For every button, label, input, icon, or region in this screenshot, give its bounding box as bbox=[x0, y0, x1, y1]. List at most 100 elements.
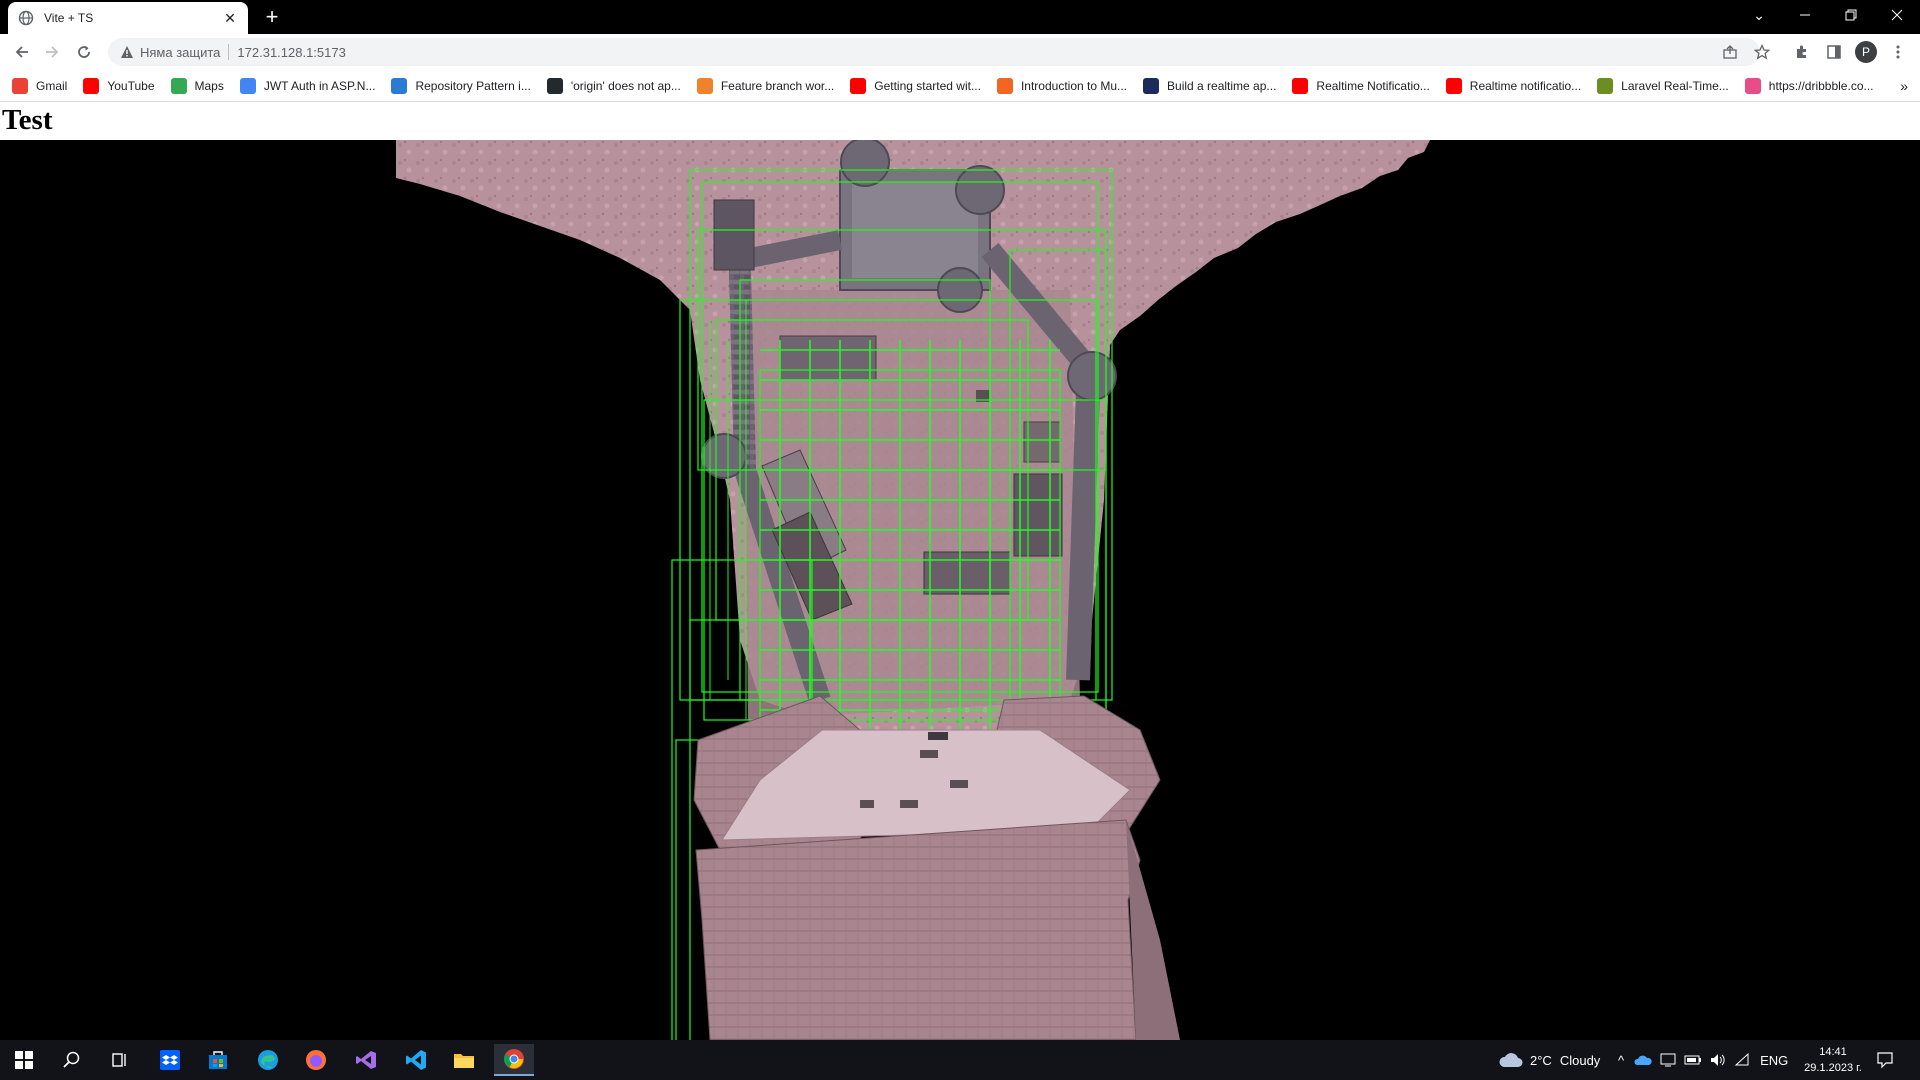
warning-icon[interactable] bbox=[120, 45, 134, 59]
site-icon bbox=[391, 77, 408, 94]
bookmark-item[interactable]: Build a realtime ap... bbox=[1143, 77, 1277, 94]
bookmark-label: Realtime Notificatio... bbox=[1316, 78, 1430, 93]
youtube-icon bbox=[1445, 77, 1462, 94]
chevron-up-icon[interactable]: ^ bbox=[1618, 1053, 1624, 1068]
dribbble-icon bbox=[1744, 77, 1761, 94]
bookmark-label: JWT Auth in ASP.N... bbox=[263, 78, 376, 93]
bookmark-star-icon[interactable] bbox=[1750, 40, 1774, 64]
bookmark-label: Repository Pattern i... bbox=[415, 78, 531, 93]
weather-text: Cloudy bbox=[1559, 1052, 1601, 1068]
bookmarks-bar: Gmail YouTube Maps JWT Auth in ASP.N... Repo… bbox=[0, 70, 1920, 102]
reload-button[interactable] bbox=[72, 40, 96, 64]
bookmark-label: 'origin' does not ap... bbox=[570, 78, 681, 93]
page-title: Test bbox=[2, 104, 53, 136]
search-icon[interactable] bbox=[52, 1044, 92, 1076]
onedrive-icon[interactable] bbox=[1634, 1054, 1652, 1066]
chrome-icon[interactable] bbox=[494, 1044, 534, 1076]
language-indicator[interactable]: ENG bbox=[1760, 1053, 1788, 1068]
bookmark-label: Feature branch wor... bbox=[720, 78, 835, 93]
back-button[interactable] bbox=[10, 40, 34, 64]
bookmark-label: YouTube bbox=[107, 78, 155, 93]
extensions-icon[interactable] bbox=[1790, 40, 1814, 64]
clock-time: 14:41 bbox=[1819, 1046, 1847, 1058]
new-tab-button[interactable]: + bbox=[260, 6, 284, 30]
bookmark-item[interactable]: JWT Auth in ASP.N... bbox=[239, 77, 376, 94]
browser-tab[interactable]: Vite + TS ✕ bbox=[8, 2, 248, 34]
display-icon[interactable] bbox=[1660, 1053, 1676, 1067]
url-text[interactable]: 172.31.128.1:5173 bbox=[237, 45, 345, 60]
bookmark-item[interactable]: Realtime Notificatio... bbox=[1292, 77, 1430, 94]
bookmark-item[interactable]: Introduction to Mu... bbox=[996, 77, 1128, 94]
cloud-icon bbox=[1499, 1053, 1523, 1067]
site-icon bbox=[1143, 77, 1160, 94]
site-icon bbox=[1597, 77, 1614, 94]
divider bbox=[228, 44, 230, 60]
bookmark-label: Build a realtime ap... bbox=[1167, 78, 1277, 93]
menu-kebab-icon[interactable] bbox=[1886, 40, 1910, 64]
visual-studio-icon[interactable] bbox=[346, 1044, 386, 1076]
bookmark-label: Maps bbox=[194, 78, 224, 93]
bookmark-item[interactable]: https://dribbble.co... bbox=[1744, 77, 1874, 94]
address-bar[interactable]: Няма защита 172.31.128.1:5173 bbox=[108, 38, 1760, 66]
wifi-icon[interactable] bbox=[1734, 1053, 1750, 1067]
weather-temp: 2°C bbox=[1530, 1052, 1552, 1068]
vscode-icon[interactable] bbox=[396, 1044, 436, 1076]
3d-canvas[interactable] bbox=[0, 140, 1920, 1040]
share-icon[interactable] bbox=[1718, 40, 1742, 64]
security-label[interactable]: Няма защита bbox=[140, 45, 220, 60]
bookmark-item[interactable]: Gmail bbox=[12, 77, 68, 94]
globe-icon bbox=[18, 10, 34, 26]
site-icon bbox=[696, 77, 713, 94]
reload-icon bbox=[78, 46, 90, 58]
edge-icon[interactable] bbox=[248, 1044, 288, 1076]
firefox-icon[interactable] bbox=[296, 1044, 336, 1076]
dropbox-icon[interactable] bbox=[150, 1044, 190, 1076]
browser-toolbar: Няма защита 172.31.128.1:5173 bbox=[0, 34, 1920, 70]
arrow-right-icon bbox=[46, 46, 59, 58]
castle-scene bbox=[396, 140, 1430, 1040]
volume-icon[interactable] bbox=[1710, 1053, 1726, 1067]
clock[interactable]: 14:41 29.1.2023 г. bbox=[1796, 1044, 1870, 1076]
battery-icon[interactable] bbox=[1684, 1054, 1702, 1066]
bookmark-item[interactable]: Realtime notificatio... bbox=[1445, 77, 1582, 94]
restore-button[interactable] bbox=[1828, 0, 1874, 30]
side-panel-icon[interactable] bbox=[1822, 40, 1846, 64]
profile-avatar[interactable]: P bbox=[1855, 41, 1877, 63]
minimize-button[interactable] bbox=[1782, 0, 1828, 30]
foreground-tower bbox=[693, 695, 1180, 1040]
file-explorer-icon[interactable] bbox=[444, 1044, 484, 1076]
taskbar: 2°C Cloudy ^ ENG 14:41 29.1.2023 г. bbox=[0, 1040, 1920, 1080]
bookmark-label: Gmail bbox=[36, 78, 68, 93]
bookmark-item[interactable]: 'origin' does not ap... bbox=[546, 77, 681, 94]
bookmark-label: Getting started wit... bbox=[874, 78, 981, 93]
bookmark-item[interactable]: Laravel Real-Time... bbox=[1597, 77, 1729, 94]
ms-store-icon[interactable] bbox=[198, 1044, 238, 1076]
bookmark-item[interactable]: Feature branch wor... bbox=[696, 77, 835, 94]
forward-button[interactable] bbox=[40, 40, 64, 64]
bookmarks-overflow-button[interactable]: » bbox=[1900, 78, 1908, 94]
system-tray: ^ ENG bbox=[1618, 1040, 1788, 1080]
bookmark-label: Realtime notificatio... bbox=[1469, 78, 1582, 93]
notifications-icon[interactable] bbox=[1876, 1040, 1894, 1080]
tab-search-icon[interactable]: ⌄ bbox=[1736, 0, 1782, 30]
youtube-icon bbox=[1292, 77, 1309, 94]
page-header: Test bbox=[0, 102, 1920, 140]
bookmark-item[interactable]: Repository Pattern i... bbox=[391, 77, 531, 94]
bookmark-label: Introduction to Mu... bbox=[1020, 78, 1128, 93]
gmail-icon bbox=[12, 77, 28, 94]
maps-icon bbox=[170, 77, 187, 94]
youtube-icon bbox=[850, 77, 867, 94]
weather-widget[interactable]: 2°C Cloudy bbox=[1498, 1040, 1600, 1080]
youtube-icon bbox=[83, 77, 100, 94]
tab-close-icon[interactable]: ✕ bbox=[222, 10, 238, 27]
bookmark-item[interactable]: YouTube bbox=[83, 77, 155, 94]
task-view-icon[interactable] bbox=[100, 1044, 140, 1076]
arrow-left-icon bbox=[15, 46, 28, 58]
bookmark-item[interactable]: Getting started wit... bbox=[850, 77, 981, 94]
close-window-button[interactable] bbox=[1874, 0, 1920, 30]
clock-date: 29.1.2023 г. bbox=[1804, 1062, 1862, 1074]
bookmark-item[interactable]: Maps bbox=[170, 77, 224, 94]
site-icon bbox=[239, 77, 256, 94]
tab-strip: Vite + TS ✕ + ⌄ bbox=[0, 0, 1920, 34]
windows-start-icon[interactable] bbox=[4, 1044, 44, 1076]
